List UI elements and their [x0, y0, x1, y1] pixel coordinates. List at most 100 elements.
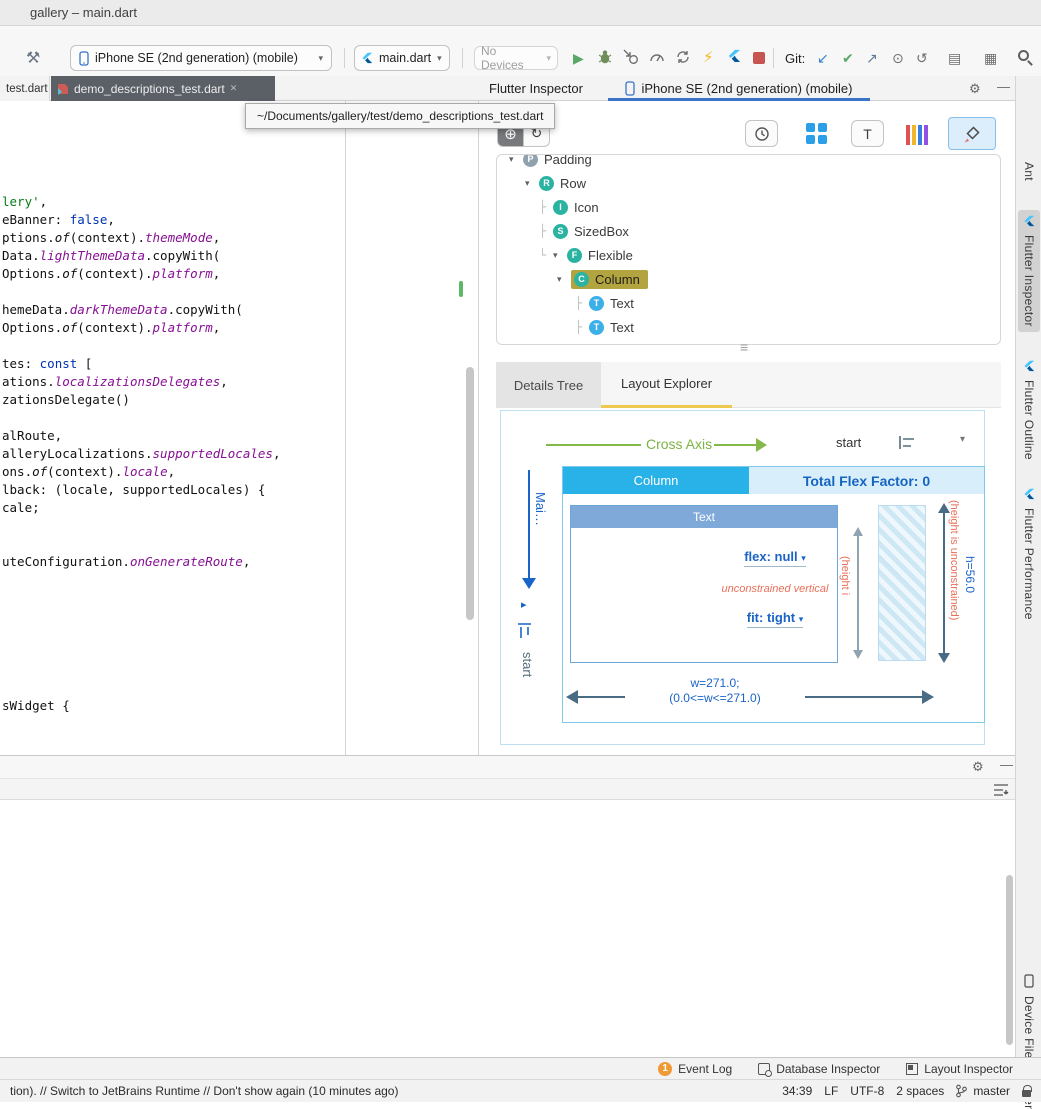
tab-details-tree[interactable]: Details Tree: [496, 362, 601, 408]
hot-reload-icon[interactable]: ⚡: [703, 48, 714, 66]
main-axis-dropdown-caret[interactable]: ▸: [521, 598, 527, 611]
cross-axis-alignment-value[interactable]: start: [836, 435, 861, 450]
tree-item-text[interactable]: ├TText: [497, 291, 1000, 315]
widget-icon: T: [589, 320, 604, 335]
git-update-icon[interactable]: ↙: [817, 50, 829, 67]
tool-button-ant[interactable]: Ant: [1018, 162, 1040, 181]
tab-layout-explorer[interactable]: Layout Explorer: [601, 362, 732, 408]
rollback-icon[interactable]: ↺: [916, 50, 928, 67]
show-baselines-button[interactable]: T: [851, 120, 884, 147]
git-push-icon[interactable]: ↗: [866, 50, 878, 67]
chevron-down-icon[interactable]: ▾: [960, 434, 965, 445]
tooltip-path-text: ~/Documents/gallery/test/demo_descriptio…: [257, 109, 543, 123]
tree-item-icon[interactable]: ├IIcon: [497, 195, 1000, 219]
expand-chevron-icon[interactable]: ▾: [553, 250, 567, 261]
inspector-divider[interactable]: [478, 101, 479, 755]
git-branch-widget[interactable]: master: [956, 1084, 1010, 1098]
editor-second-pane[interactable]: [346, 101, 478, 755]
lock-icon: [1022, 1090, 1031, 1097]
tool-button-flutter-outline[interactable]: Flutter Outline: [1018, 360, 1040, 460]
close-icon[interactable]: ✕: [230, 83, 238, 94]
flex-dropdown[interactable]: flex: null ▾: [700, 549, 850, 567]
cross-axis-alignment-icon[interactable]: [898, 435, 916, 450]
bottom-tool-panel: ⚙ —: [0, 755, 1015, 1057]
tool-button-flutter-performance[interactable]: Flutter Performance: [1018, 488, 1040, 620]
tool-button-label: Flutter Inspector: [1022, 235, 1036, 327]
tree-item-text[interactable]: ├TText: [497, 315, 1000, 339]
debug-icon[interactable]: [597, 49, 613, 65]
indent-setting[interactable]: 2 spaces: [896, 1084, 944, 1098]
widget-label: Icon: [574, 200, 599, 215]
device-selector-dropdown[interactable]: iPhone SE (2nd generation) (mobile) ▾: [70, 45, 332, 71]
branch-name: master: [973, 1084, 1010, 1098]
widget-label: Text: [610, 320, 634, 335]
chevron-down-icon: ▾: [801, 553, 806, 563]
git-commit-icon[interactable]: ✔: [842, 50, 854, 67]
fit-value: fit: tight: [747, 610, 795, 625]
clock-icon: [754, 126, 770, 142]
tab-demo-descriptions-test-dart[interactable]: demo_descriptions_test.dart ✕: [51, 76, 275, 101]
widget-label: Text: [610, 296, 634, 311]
main-axis-alignment-icon[interactable]: [517, 622, 532, 640]
gear-icon[interactable]: ⚙: [972, 759, 984, 775]
code-line: [2, 571, 345, 589]
soft-wrap-icon[interactable]: [993, 783, 1009, 797]
search-icon[interactable]: [1018, 50, 1029, 61]
show-guidelines-icon[interactable]: [806, 123, 827, 144]
editor-scrollbar[interactable]: [466, 367, 474, 620]
chevron-down-icon: ▾: [437, 53, 442, 64]
tree-item-flexible[interactable]: └▾FFlexible: [497, 243, 1000, 267]
build-icon[interactable]: ⚒: [26, 48, 40, 68]
expand-chevron-icon[interactable]: ▾: [509, 154, 523, 165]
widget-icon: F: [567, 248, 582, 263]
widget-icon: I: [553, 200, 568, 215]
event-log-button[interactable]: 1 Event Log: [658, 1062, 732, 1076]
splitter-handle[interactable]: ≡: [740, 339, 748, 355]
stop-icon[interactable]: [753, 52, 765, 64]
expand-chevron-icon[interactable]: ▾: [557, 274, 571, 285]
gear-icon[interactable]: ⚙: [969, 81, 981, 97]
minimize-icon[interactable]: —: [1000, 757, 1013, 772]
event-log-label: Event Log: [678, 1062, 732, 1076]
text-baseline-icon: T: [863, 126, 872, 142]
arrowhead-down: [853, 650, 863, 659]
run-config-label: main.dart: [379, 51, 431, 65]
minimize-icon[interactable]: —: [997, 79, 1010, 94]
layout-inspector-button[interactable]: Layout Inspector: [906, 1062, 1013, 1076]
line-separator[interactable]: LF: [824, 1084, 838, 1098]
fit-dropdown[interactable]: fit: tight ▾: [710, 610, 840, 628]
database-inspector-button[interactable]: Database Inspector: [758, 1062, 880, 1076]
bottom-panel-header: ⚙ —: [0, 756, 1015, 778]
run-config-dropdown[interactable]: main.dart ▾: [354, 45, 450, 71]
tree-item-padding[interactable]: ▾PPadding: [497, 154, 1000, 171]
tab-device-iphone-se[interactable]: iPhone SE (2nd generation) (mobile): [608, 76, 870, 100]
file-encoding[interactable]: UTF-8: [850, 1084, 884, 1098]
slow-animations-button[interactable]: [745, 120, 778, 147]
attach-debugger-icon[interactable]: [623, 49, 639, 65]
coverage-icon[interactable]: [675, 49, 691, 65]
highlight-repaints-icon[interactable]: [906, 123, 932, 145]
highlight-oversized-images-button[interactable]: [948, 117, 996, 150]
main-axis-alignment-value[interactable]: start: [520, 652, 535, 677]
tree-item-column[interactable]: ▾CColumn: [497, 267, 1000, 291]
devices-dropdown[interactable]: No Devices ▾: [474, 46, 558, 70]
column-height-arrow: [943, 512, 945, 654]
tool-button-flutter-inspector[interactable]: Flutter Inspector: [1018, 210, 1040, 332]
expand-chevron-icon[interactable]: ▾: [525, 178, 539, 189]
column-header[interactable]: Column: [563, 467, 749, 494]
code-line: [2, 283, 345, 301]
run-icon[interactable]: ▶: [573, 50, 584, 67]
shelf-icon[interactable]: ▤: [948, 50, 961, 67]
tree-item-row[interactable]: ▾RRow: [497, 171, 1000, 195]
tree-item-sizedbox[interactable]: ├SSizedBox: [497, 219, 1000, 243]
profile-icon[interactable]: [649, 49, 665, 65]
code-line: [2, 409, 345, 427]
tab-test-dart[interactable]: test.dart ✕: [0, 76, 50, 101]
history-icon[interactable]: ⊙: [892, 50, 904, 67]
bottom-panel-scrollbar[interactable]: [1006, 875, 1013, 1045]
caret-position[interactable]: 34:39: [782, 1084, 812, 1098]
hot-restart-icon[interactable]: [727, 48, 741, 64]
layout-windows-icon[interactable]: ▦: [984, 50, 997, 67]
code-editor[interactable]: lery',eBanner: false,ptions.of(context).…: [0, 101, 345, 755]
column-title: Column: [634, 473, 679, 488]
